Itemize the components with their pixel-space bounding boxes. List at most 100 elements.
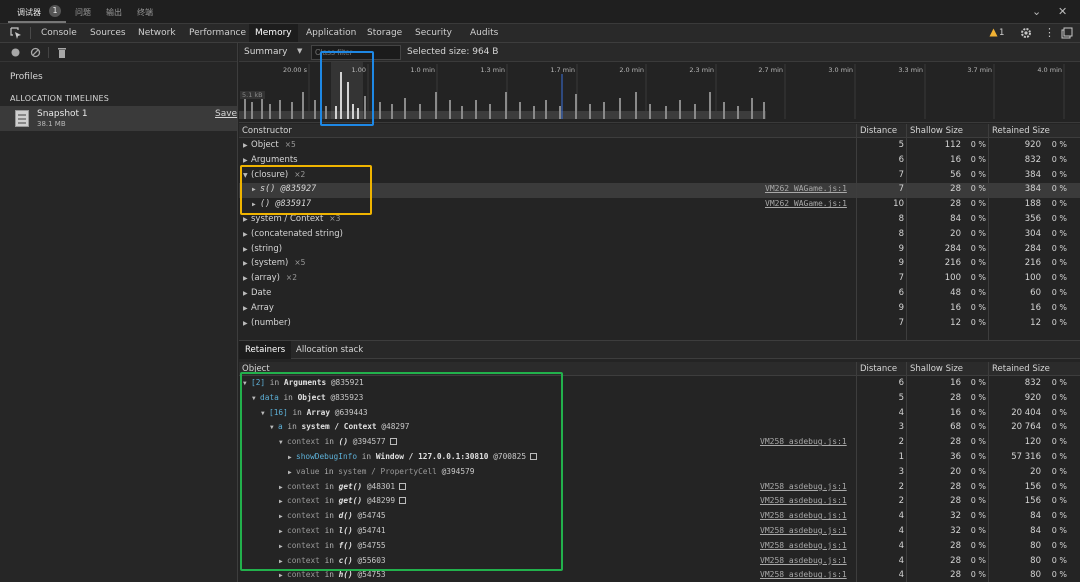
chevron-down-icon[interactable]: ⌄ [1032,5,1041,18]
expanded-arrow-icon[interactable]: ▼ [261,410,269,417]
table-row[interactable]: ▶ (string) 9 284 0 % 284 0 % [239,243,1080,258]
source-link[interactable]: VM258 asdebug.js:1 [760,570,847,579]
allocation-timeline[interactable]: 20.00 s1.001.0 min1.3 min1.7 min2.0 min2… [239,62,1080,123]
collapsed-arrow-icon[interactable]: ▶ [243,246,251,253]
retainer-row[interactable]: ▶ context in d() @54745 VM258 asdebug.js:1… [239,510,1080,525]
collapsed-arrow-icon[interactable]: ▶ [279,498,287,505]
retainer-row[interactable]: ▼ a in system / Context @48297 3 68 0 % 20 76… [239,421,1080,436]
retainer-row[interactable]: ▶ value in system / PropertyCell @394579 3… [239,466,1080,481]
collapsed-arrow-icon[interactable]: ▶ [279,558,287,565]
gear-icon[interactable] [1020,27,1032,39]
dock-side-icon[interactable] [1061,27,1073,39]
collapsed-arrow-icon[interactable]: ▶ [243,157,251,164]
warning-count[interactable]: 1 [999,24,1004,42]
tab-network[interactable]: Network [138,24,176,42]
snapshot-item[interactable]: Snapshot 1 38.1 MB Save [0,106,237,131]
expanded-arrow-icon[interactable]: ▼ [243,380,251,387]
column-shallow-size[interactable]: Shallow Size [910,126,963,136]
column-retained-size[interactable]: Retained Size [992,364,1050,374]
reveal-icon[interactable] [389,438,397,446]
table-row[interactable]: ▼ (closure) ×2 7 56 0 % 384 0 % [239,169,1080,184]
table-row[interactable]: ▶ s() @835927 VM262 WAGame.js:1 7 28 0 % 384 0 … [239,183,1080,199]
collapsed-arrow-icon[interactable]: ▶ [279,543,287,550]
source-link[interactable]: VM258 asdebug.js:1 [760,437,847,446]
retainer-row[interactable]: ▶ context in get() @48301 VM258 asdebug.js… [239,481,1080,496]
source-link[interactable]: VM258 asdebug.js:1 [760,482,847,491]
collapsed-arrow-icon[interactable]: ▶ [243,142,251,149]
drawer-tab-output[interactable]: 输出 [106,7,122,18]
tab-application[interactable]: Application [306,24,356,42]
collapsed-arrow-icon[interactable]: ▶ [243,305,251,312]
source-link[interactable]: VM258 asdebug.js:1 [760,511,847,520]
table-row[interactable]: ▶() @835917 VM262 WAGame.js:1 10 28 0 % 188 0 … [239,198,1080,213]
class-filter-input[interactable] [311,45,401,60]
timeline-selection-window[interactable] [331,62,363,119]
table-row[interactable]: ▶ Arguments 6 16 0 % 832 0 % [239,154,1080,169]
source-link[interactable]: VM258 asdebug.js:1 [760,541,847,550]
view-selector[interactable]: Summary [244,47,288,57]
collapsed-arrow-icon[interactable]: ▶ [288,454,296,461]
tab-console[interactable]: Console [41,24,77,42]
inspect-element-icon[interactable] [10,27,22,39]
tab-allocation-stack[interactable]: Allocation stack [296,345,363,355]
table-row[interactable]: ▶ Date 6 48 0 % 60 0 % [239,287,1080,302]
collapsed-arrow-icon[interactable]: ▶ [243,275,251,282]
collapsed-arrow-icon[interactable]: ▶ [279,484,287,491]
retainer-row[interactable]: ▶ context in c() @55603 VM258 asdebug.js:1… [239,555,1080,570]
source-link[interactable]: VM258 asdebug.js:1 [760,496,847,505]
table-row[interactable]: ▶ (array) ×2 7 100 0 % 100 0 % [239,272,1080,287]
table-row[interactable]: ▶ Array 9 16 0 % 16 0 % [239,302,1080,317]
warning-icon[interactable] [989,28,998,37]
save-snapshot-link[interactable]: Save [215,109,237,119]
table-row[interactable]: ▶ system / Context ×3 8 84 0 % 356 0 % [239,213,1080,228]
source-link[interactable]: VM258 asdebug.js:1 [760,556,847,565]
tab-security[interactable]: Security [415,24,452,42]
column-constructor[interactable]: Constructor [242,126,292,136]
collapsed-arrow-icon[interactable]: ▶ [252,186,260,193]
source-link[interactable]: VM258 asdebug.js:1 [760,526,847,535]
collapsed-arrow-icon[interactable]: ▶ [243,231,251,238]
tab-storage[interactable]: Storage [367,24,402,42]
column-shallow-size[interactable]: Shallow Size [910,364,963,374]
record-icon[interactable] [10,47,21,58]
column-retained-size[interactable]: Retained Size [992,126,1050,136]
collapsed-arrow-icon[interactable]: ▶ [279,528,287,535]
collapsed-arrow-icon[interactable]: ▶ [279,513,287,520]
collapsed-arrow-icon[interactable]: ▶ [243,216,251,223]
tab-memory[interactable]: Memory [249,24,298,42]
retainer-row[interactable]: ▼ [2] in Arguments @835921 6 16 0 % 832 0 % [239,377,1080,392]
close-icon[interactable]: ✕ [1058,5,1067,18]
tab-audits[interactable]: Audits [470,24,498,42]
retainer-row[interactable]: ▼ [16] in Array @639443 4 16 0 % 20 404 0 % [239,407,1080,422]
expanded-arrow-icon[interactable]: ▼ [243,172,251,179]
collapsed-arrow-icon[interactable]: ▶ [243,260,251,267]
column-distance[interactable]: Distance [860,364,897,374]
retainer-row[interactable]: ▶ context in f() @54755 VM258 asdebug.js:1… [239,540,1080,555]
table-row[interactable]: ▶ Object ×5 5 112 0 % 920 0 % [239,139,1080,154]
table-row[interactable]: ▶ (system) ×5 9 216 0 % 216 0 % [239,257,1080,272]
retainer-row[interactable]: ▶ context in h() @54753 VM258 asdebug.js:1… [239,569,1080,582]
collapsed-arrow-icon[interactable]: ▶ [243,320,251,327]
retainer-row[interactable]: ▼ data in Object @835923 5 28 0 % 920 0 % [239,392,1080,407]
collapsed-arrow-icon[interactable]: ▶ [279,572,287,579]
expanded-arrow-icon[interactable]: ▼ [279,439,287,446]
drawer-tab-problems[interactable]: 问题 [75,7,91,18]
source-link[interactable]: VM262 WAGame.js:1 [765,184,847,193]
retainer-row[interactable]: ▶ context in get() @48299 VM258 asdebug.js… [239,495,1080,510]
drawer-tab-terminal[interactable]: 终端 [137,7,153,18]
retainer-row[interactable]: ▼ context in () @394577 VM258 asdebug.js:1… [239,436,1080,451]
tab-performance[interactable]: Performance [189,24,246,42]
tab-retainers[interactable]: Retainers [239,341,292,359]
collapsed-arrow-icon[interactable]: ▶ [243,290,251,297]
retainer-row[interactable]: ▶ context in l() @54741 VM258 asdebug.js:1… [239,525,1080,540]
clear-icon[interactable] [30,47,41,58]
column-distance[interactable]: Distance [860,126,897,136]
chevron-down-icon[interactable]: ▼ [297,47,302,55]
reveal-icon[interactable] [530,453,538,460]
reveal-icon[interactable] [399,497,407,505]
expanded-arrow-icon[interactable]: ▼ [270,424,278,431]
more-options-icon[interactable]: ⋮ [1044,24,1055,42]
source-link[interactable]: VM262 WAGame.js:1 [765,199,847,208]
table-row[interactable]: ▶ (number) 7 12 0 % 12 0 % [239,317,1080,332]
timeline-chart[interactable]: 20.00 s1.001.0 min1.3 min1.7 min2.0 min2… [239,62,1080,123]
